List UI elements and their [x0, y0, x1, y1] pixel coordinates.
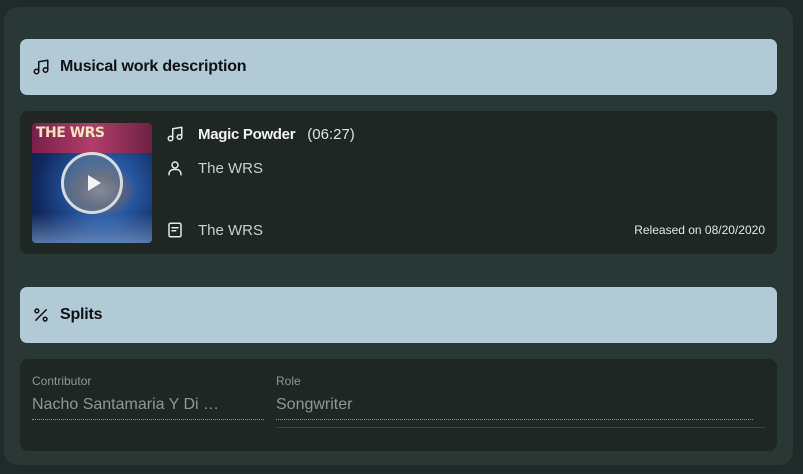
work-duration: (06:27) — [307, 125, 355, 143]
work-card: THE WRS Magic Powder (06:27) The WRS The… — [20, 111, 777, 254]
splits-section-header: Splits — [20, 287, 777, 343]
artist-name: The WRS — [198, 159, 264, 177]
label-row: The WRS — [166, 220, 263, 240]
work-title-row: Magic Powder (06:27) — [166, 124, 355, 144]
music-note-icon — [166, 125, 184, 143]
work-section-title: Musical work description — [60, 58, 247, 75]
splits-card: Contributor Nacho Santamaria Y Di … Role… — [20, 359, 777, 451]
role-field[interactable]: Role Songwriter — [276, 374, 753, 420]
contributor-input[interactable]: Nacho Santamaria Y Di … — [32, 396, 264, 420]
person-icon — [166, 159, 184, 177]
artist-row: The WRS — [166, 158, 263, 178]
percent-icon — [32, 306, 50, 324]
play-button[interactable] — [61, 152, 123, 214]
contributor-field[interactable]: Contributor Nacho Santamaria Y Di … — [32, 374, 264, 420]
work-title: Magic Powder — [198, 125, 296, 143]
role-label: Role — [276, 374, 301, 388]
label-document-icon — [166, 221, 184, 239]
play-icon — [87, 175, 101, 191]
work-section-header: Musical work description — [20, 39, 777, 95]
cover-text: THE WRS — [36, 125, 105, 141]
music-note-icon — [32, 58, 50, 76]
role-input[interactable]: Songwriter — [276, 396, 753, 420]
album-cover: THE WRS — [32, 123, 152, 243]
splits-section-title: Splits — [60, 306, 103, 323]
label-name: The WRS — [198, 221, 264, 239]
release-date: Released on 08/20/2020 — [634, 223, 765, 237]
divider — [276, 427, 765, 428]
contributor-label: Contributor — [32, 374, 92, 388]
